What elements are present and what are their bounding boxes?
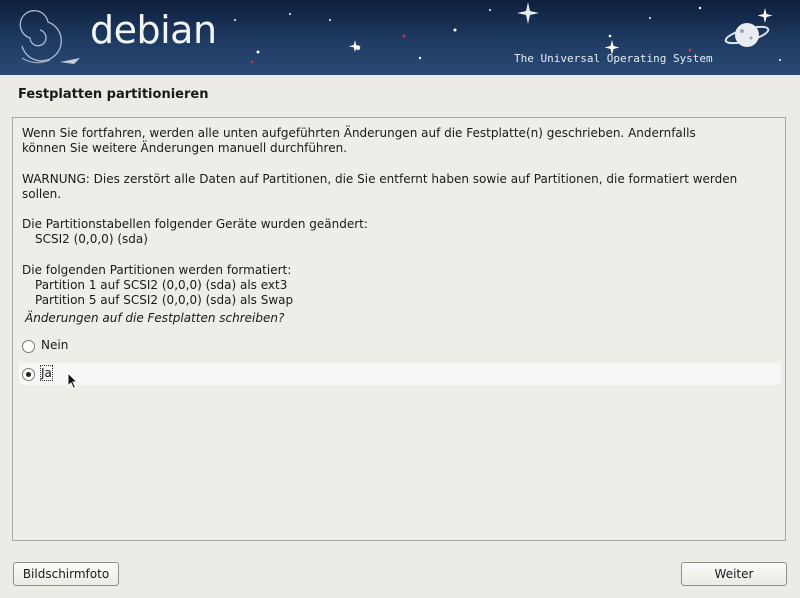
mouse-pointer-icon xyxy=(67,372,79,390)
intro-line-2: können Sie weitere Änderungen manuell du… xyxy=(22,141,348,155)
format-section: Die folgenden Partitionen werden formati… xyxy=(22,263,772,308)
debian-logo-text: debian xyxy=(90,8,217,52)
debian-banner: debian The Universal Operating System xyxy=(0,0,800,75)
continue-button[interactable]: Weiter xyxy=(681,562,787,586)
option-label-ja[interactable]: Ja xyxy=(40,365,53,381)
radio-nein[interactable] xyxy=(22,340,35,353)
tagline: The Universal Operating System xyxy=(514,52,713,65)
content-panel: Wenn Sie fortfahren, werden alle unten a… xyxy=(12,117,786,541)
screenshot-button[interactable]: Bildschirmfoto xyxy=(13,562,119,586)
radio-selected-dot xyxy=(26,372,31,377)
intro-line-1: Wenn Sie fortfahren, werden alle unten a… xyxy=(22,126,696,140)
question-label: Änderungen auf die Festplatten schreiben… xyxy=(25,311,285,325)
partition-table-device: SCSI2 (0,0,0) (sda) xyxy=(35,232,148,246)
partition-tables-heading: Die Partitionstabellen folgender Geräte … xyxy=(22,217,368,231)
format-heading: Die folgenden Partitionen werden formati… xyxy=(22,263,292,277)
warning-line-2: sollen. xyxy=(22,187,62,201)
option-nein[interactable]: Nein xyxy=(19,335,781,357)
option-label-nein[interactable]: Nein xyxy=(41,338,68,352)
format-item: Partition 5 auf SCSI2 (0,0,0) (sda) als … xyxy=(35,293,294,307)
intro-text: Wenn Sie fortfahren, werden alle unten a… xyxy=(22,126,772,156)
warning-line-1: WARNUNG: Dies zerstört alle Daten auf Pa… xyxy=(22,172,738,186)
option-ja[interactable]: Ja xyxy=(19,363,781,390)
radio-ja[interactable] xyxy=(22,368,35,381)
page-title: Festplatten partitionieren xyxy=(18,87,209,102)
format-item: Partition 1 auf SCSI2 (0,0,0) (sda) als … xyxy=(35,278,288,292)
swirl-logo-icon xyxy=(19,10,80,64)
warning-text: WARNUNG: Dies zerstört alle Daten auf Pa… xyxy=(22,172,772,202)
planet-icon xyxy=(724,23,770,47)
partition-tables-section: Die Partitionstabellen folgender Geräte … xyxy=(22,217,772,247)
